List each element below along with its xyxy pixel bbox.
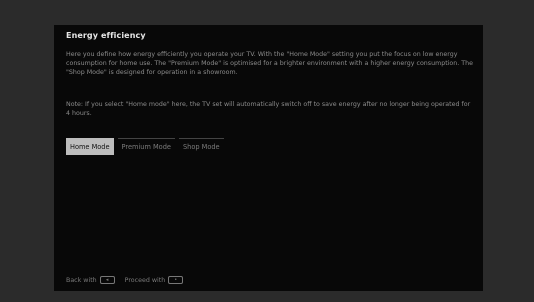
- shop-mode-option[interactable]: Shop Mode: [178, 138, 224, 155]
- mode-selector: Home Mode Premium Mode Shop Mode: [66, 138, 224, 155]
- back-key-icon: ◂: [99, 276, 115, 284]
- proceed-hint: Proceed with •: [125, 276, 184, 284]
- note-text: Note: If you select "Home mode" here, th…: [66, 101, 471, 117]
- premium-mode-option[interactable]: Premium Mode: [117, 138, 175, 155]
- back-label: Back with: [66, 276, 97, 284]
- home-mode-option[interactable]: Home Mode: [66, 138, 114, 155]
- proceed-label: Proceed with: [124, 276, 166, 284]
- page-title: Energy efficiency: [66, 31, 146, 40]
- footer-hints: Back with ◂ Proceed with •: [66, 276, 184, 284]
- ok-key-icon: •: [168, 276, 184, 284]
- description-text: Here you define how energy efficiently y…: [66, 51, 473, 76]
- back-hint: Back with ◂: [66, 276, 115, 284]
- energy-efficiency-panel: Energy efficiency Here you define how en…: [54, 25, 483, 291]
